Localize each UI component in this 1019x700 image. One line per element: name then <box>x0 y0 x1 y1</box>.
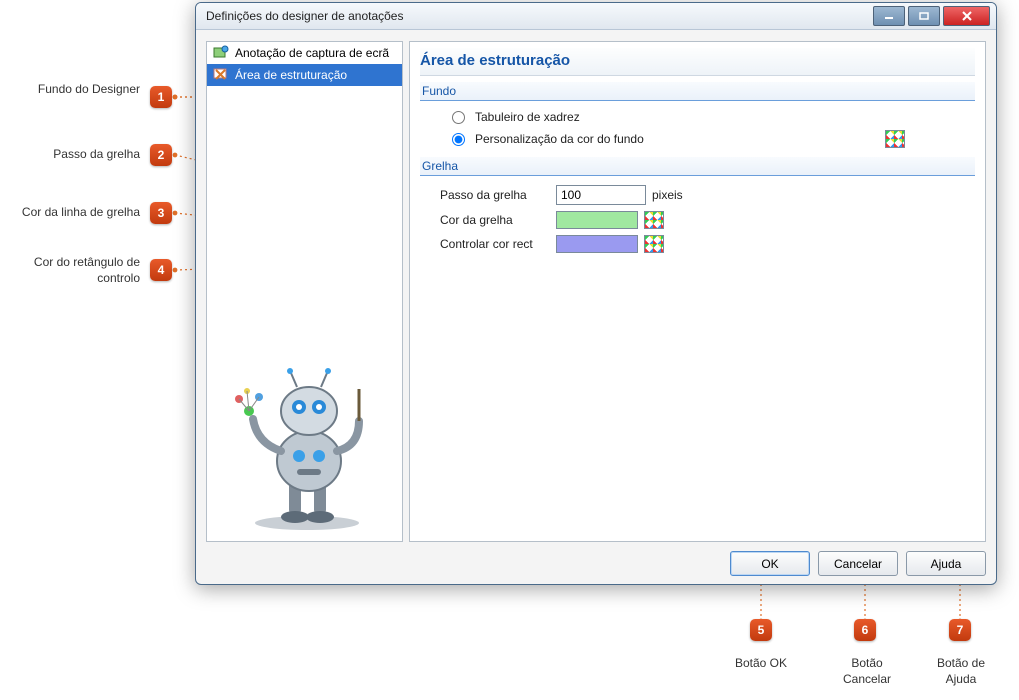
grid-color-label: Cor da grelha <box>440 213 550 227</box>
callout-marker-4: 4 <box>150 259 172 281</box>
settings-panel: Área de estruturação Fundo Tabuleiro de … <box>409 41 986 542</box>
window-title: Definições do designer de anotações <box>206 9 403 23</box>
nav-item-label: Área de estruturação <box>235 68 347 82</box>
section-head-fundo: Fundo <box>420 82 975 101</box>
close-button[interactable] <box>943 6 990 26</box>
background-color-picker[interactable] <box>885 130 905 148</box>
row-rect-color: Controlar cor rect <box>420 232 975 256</box>
nav-item-capture-annotation[interactable]: Anotação de captura de ecrã <box>207 42 402 64</box>
section-grelha: Grelha Passo da grelha pixeis Cor da gre… <box>420 157 975 256</box>
radio-custom-color-label: Personalização da cor do fundo <box>475 132 644 146</box>
row-grid-color: Cor da grelha <box>420 208 975 232</box>
grid-color-picker[interactable] <box>644 211 664 229</box>
section-fundo: Fundo Tabuleiro de xadrez Personalização… <box>420 82 975 151</box>
grid-step-label: Passo da grelha <box>440 188 550 202</box>
section-head-grelha: Grelha <box>420 157 975 176</box>
callout-label-3: Cor da linha de grelha <box>0 205 140 221</box>
dialog-buttons: OK Cancelar Ajuda <box>730 551 986 576</box>
rect-color-picker[interactable] <box>644 235 664 253</box>
callout-label-6: Botão Cancelar <box>832 656 902 687</box>
nav-item-design-area[interactable]: Área de estruturação <box>207 64 402 86</box>
maximize-button[interactable] <box>908 6 940 26</box>
callout-label-1: Fundo do Designer <box>0 82 140 98</box>
rect-color-swatch[interactable] <box>556 235 638 253</box>
grid-step-unit: pixeis <box>652 188 683 202</box>
radio-chessboard-label: Tabuleiro de xadrez <box>475 110 580 124</box>
radio-chessboard[interactable] <box>452 111 465 124</box>
callout-marker-1: 1 <box>150 86 172 108</box>
grid-color-swatch[interactable] <box>556 211 638 229</box>
nav-item-label: Anotação de captura de ecrã <box>235 46 389 60</box>
settings-window: Definições do designer de anotações Anot… <box>195 2 997 585</box>
callout-label-5: Botão OK <box>730 656 792 672</box>
rect-color-label: Controlar cor rect <box>440 237 550 251</box>
callout-marker-3: 3 <box>150 202 172 224</box>
grid-step-input[interactable] <box>556 185 646 205</box>
robot-illustration <box>219 351 379 531</box>
help-button[interactable]: Ajuda <box>906 551 986 576</box>
panel-title: Área de estruturação <box>420 48 975 76</box>
capture-icon <box>213 45 229 61</box>
callout-marker-5: 5 <box>750 619 772 641</box>
ok-button[interactable]: OK <box>730 551 810 576</box>
design-area-icon <box>213 67 229 83</box>
radio-custom-color[interactable] <box>452 133 465 146</box>
minimize-button[interactable] <box>873 6 905 26</box>
callout-marker-6: 6 <box>854 619 876 641</box>
titlebar: Definições do designer de anotações <box>196 3 996 30</box>
callout-label-4: Cor do retângulo de controlo <box>0 255 140 286</box>
cancel-button[interactable]: Cancelar <box>818 551 898 576</box>
callout-marker-7: 7 <box>949 619 971 641</box>
row-radio-chess: Tabuleiro de xadrez <box>420 107 975 127</box>
row-radio-custom: Personalização da cor do fundo <box>420 127 975 151</box>
category-tree: Anotação de captura de ecrã Área de estr… <box>206 41 403 542</box>
callout-label-2: Passo da grelha <box>0 147 140 163</box>
callout-marker-2: 2 <box>150 144 172 166</box>
callout-label-7: Botão de Ajuda <box>928 656 994 687</box>
row-grid-step: Passo da grelha pixeis <box>420 182 975 208</box>
